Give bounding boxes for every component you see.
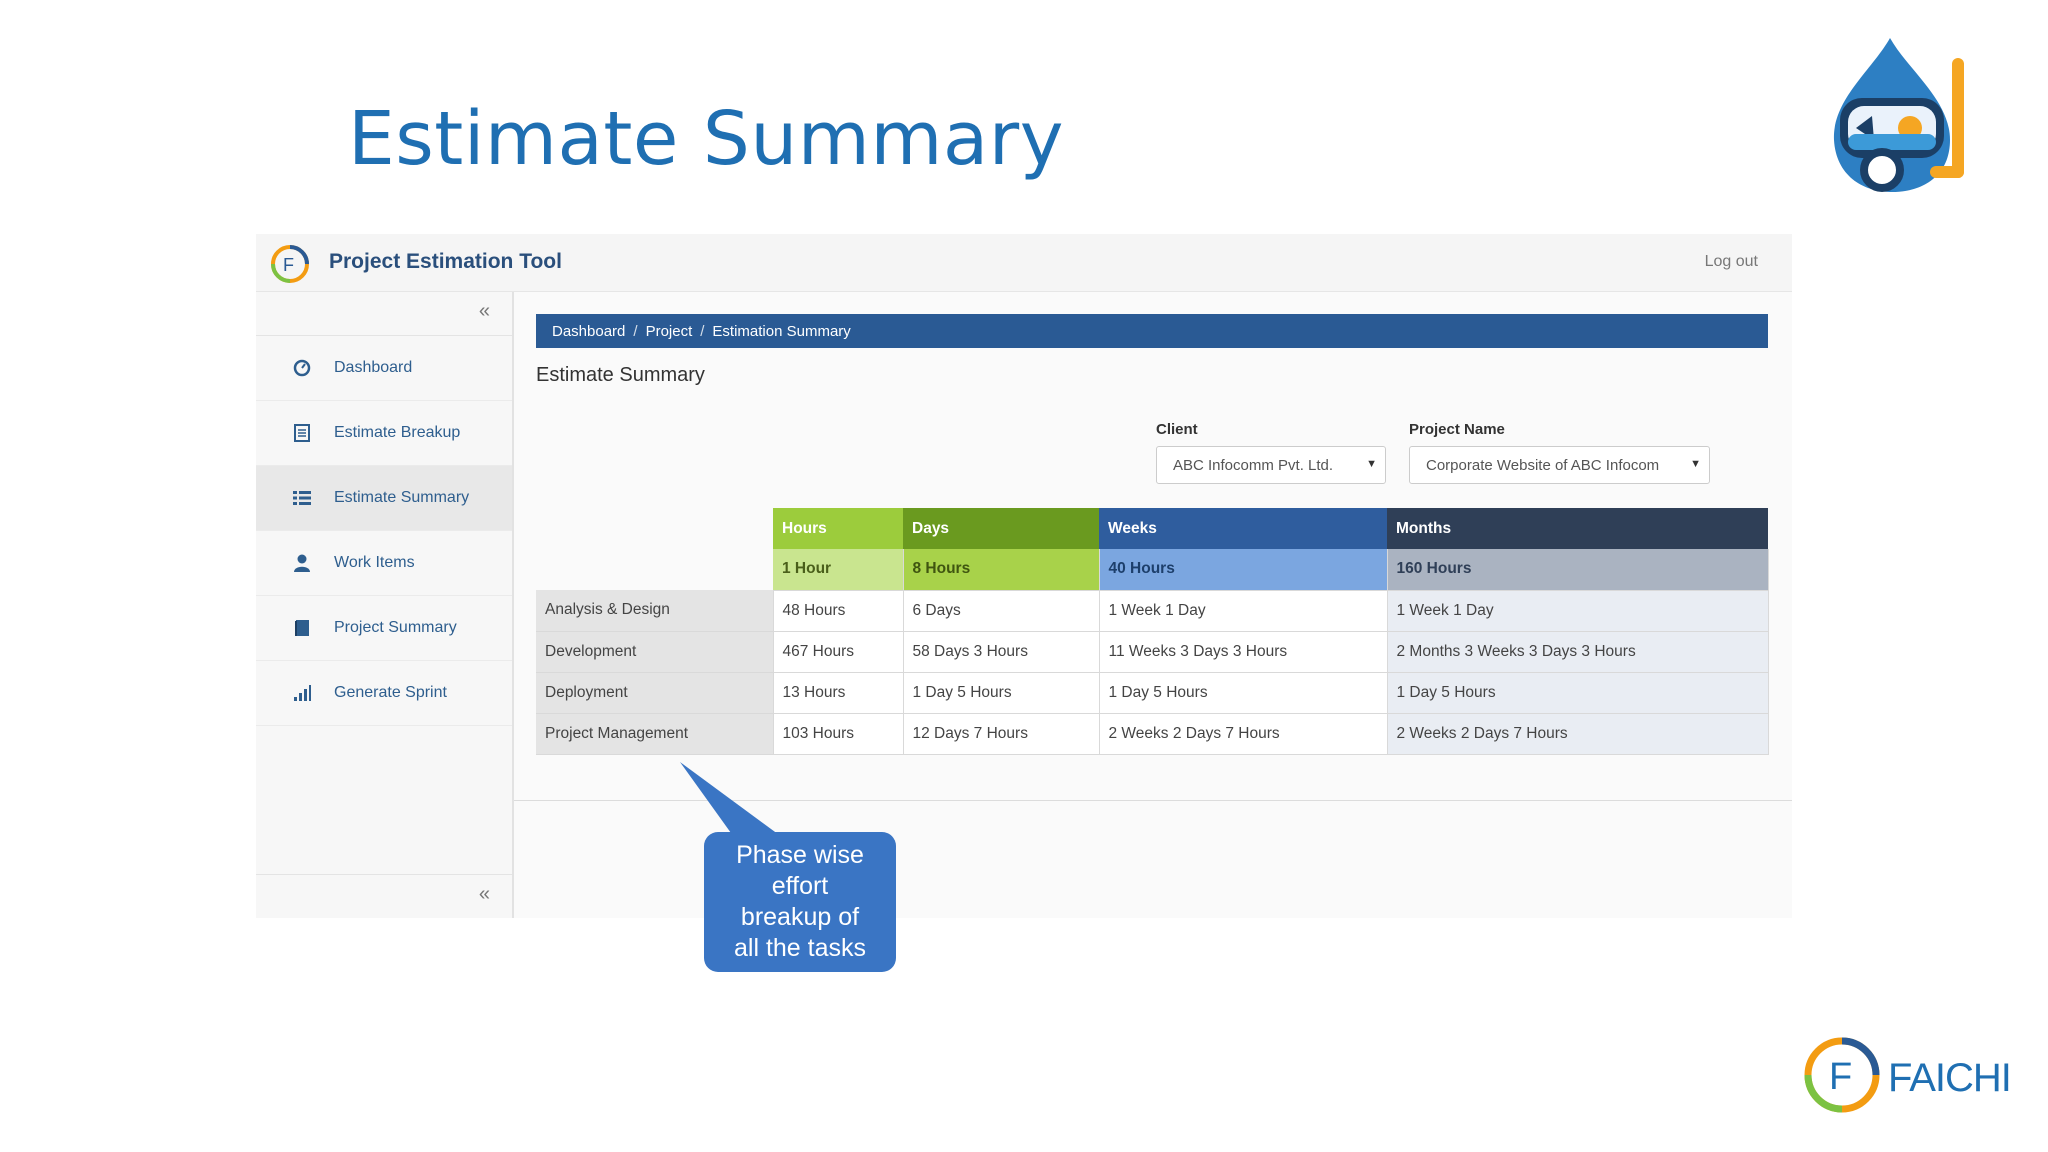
cell-hours: 467 Hours	[773, 631, 904, 673]
table-row: Development 467 Hours 58 Days 3 Hours 11…	[536, 631, 1769, 673]
cell-weeks: 11 Weeks 3 Days 3 Hours	[1099, 631, 1388, 673]
cell-days: 58 Days 3 Hours	[903, 631, 1100, 673]
caret-down-icon: ▼	[1366, 458, 1377, 470]
project-name-select-value: Corporate Website of ABC Infocom	[1426, 457, 1660, 474]
callout-line: Phase wise	[736, 841, 864, 869]
breadcrumb-project[interactable]: Project	[646, 323, 693, 340]
cell-weeks: 1 Day 5 Hours	[1099, 672, 1388, 714]
sidebar-item-dashboard[interactable]: Dashboard	[256, 336, 512, 401]
cell-days: 6 Days	[903, 590, 1100, 632]
table-row: Project Management 103 Hours 12 Days 7 H…	[536, 713, 1769, 755]
caret-down-icon: ▼	[1690, 458, 1701, 470]
project-name-label: Project Name	[1409, 421, 1505, 438]
sidebar-collapse-bottom[interactable]: «	[256, 874, 512, 918]
double-chevron-left-icon[interactable]: «	[479, 300, 490, 323]
double-chevron-left-icon[interactable]: «	[479, 883, 490, 906]
user-icon	[294, 554, 310, 572]
cell-months: 2 Weeks 2 Days 7 Hours	[1387, 713, 1769, 755]
document-icon	[294, 424, 310, 442]
sidebar-nav: Dashboard Estimate Breakup Estimate Summ…	[256, 336, 512, 726]
client-select-value: ABC Infocomm Pvt. Ltd.	[1173, 457, 1334, 474]
cell-hours: 48 Hours	[773, 590, 904, 632]
table-corner	[536, 508, 773, 549]
list-icon	[293, 491, 311, 505]
cell-hours: 13 Hours	[773, 672, 904, 714]
app-title: Project Estimation Tool	[329, 250, 562, 273]
sidebar-item-label: Dashboard	[334, 359, 413, 376]
breadcrumb-separator: /	[700, 323, 705, 340]
bar-chart-icon	[294, 685, 311, 701]
cell-hours: 103 Hours	[773, 713, 904, 755]
dashboard-icon	[293, 359, 311, 377]
cell-days: 1 Day 5 Hours	[903, 672, 1100, 714]
table-unit-row: 1 Hour 8 Hours 40 Hours 160 Hours	[536, 549, 1769, 591]
callout-pointer	[680, 762, 786, 840]
callout-bubble: Phase wise effort breakup of all the tas…	[704, 832, 896, 972]
sidebar-item-generate-sprint[interactable]: Generate Sprint	[256, 661, 512, 726]
app-header: F Project Estimation Tool Log out	[256, 234, 1792, 292]
table-header-row: Hours Days Weeks Months	[536, 508, 1768, 549]
sidebar-item-work-items[interactable]: Work Items	[256, 531, 512, 596]
callout-line: effort	[771, 872, 829, 900]
snorkel-mascot-icon	[1833, 38, 1964, 192]
svg-text:F: F	[1829, 1056, 1852, 1098]
cell-days: 12 Days 7 Hours	[903, 713, 1100, 755]
cell-months: 2 Months 3 Weeks 3 Days 3 Hours	[1387, 631, 1769, 673]
header-hours: Hours	[773, 508, 903, 549]
row-label: Deployment	[536, 672, 774, 714]
header-weeks: Weeks	[1099, 508, 1387, 549]
app-window: F Project Estimation Tool Log out « Dash…	[256, 234, 1792, 918]
page-title: Estimate Summary	[536, 364, 705, 386]
slide-title: Estimate Summary	[348, 96, 1064, 182]
client-select[interactable]: ABC Infocomm Pvt. Ltd. ▼	[1156, 446, 1386, 484]
client-label: Client	[1156, 421, 1198, 438]
row-label: Analysis & Design	[536, 590, 774, 632]
row-label: Project Management	[536, 713, 774, 755]
cell-weeks: 1 Week 1 Day	[1099, 590, 1388, 632]
row-label: Development	[536, 631, 774, 673]
project-name-select[interactable]: Corporate Website of ABC Infocom ▼	[1409, 446, 1710, 484]
header-days: Days	[903, 508, 1099, 549]
cell-weeks: 2 Weeks 2 Days 7 Hours	[1099, 713, 1388, 755]
header-months: Months	[1387, 508, 1768, 549]
sidebar-item-estimate-summary[interactable]: Estimate Summary	[256, 466, 512, 531]
callout-line: all the tasks	[733, 934, 866, 962]
table-corner	[536, 549, 773, 590]
sidebar-collapse-top[interactable]: «	[256, 292, 512, 336]
unit-months: 160 Hours	[1387, 549, 1769, 591]
unit-hours: 1 Hour	[773, 549, 904, 591]
svg-text:F: F	[283, 255, 294, 275]
unit-weeks: 40 Hours	[1099, 549, 1388, 591]
callout-line: breakup of	[740, 903, 860, 931]
app-logo-icon: F	[271, 245, 309, 283]
breadcrumb-current: Estimation Summary	[712, 323, 851, 340]
sidebar-item-label: Generate Sprint	[334, 684, 447, 701]
logout-link[interactable]: Log out	[1705, 253, 1758, 271]
table-row: Analysis & Design 48 Hours 6 Days 1 Week…	[536, 590, 1769, 632]
sidebar-item-label: Estimate Breakup	[334, 424, 461, 441]
table-row: Deployment 13 Hours 1 Day 5 Hours 1 Day …	[536, 672, 1769, 714]
unit-days: 8 Hours	[903, 549, 1100, 591]
breadcrumb-dashboard[interactable]: Dashboard	[552, 323, 625, 340]
sidebar-item-label: Estimate Summary	[334, 489, 470, 506]
sidebar: « Dashboard Estimate Breakup Estimate Su…	[256, 292, 514, 918]
breadcrumb-separator: /	[633, 323, 638, 340]
book-icon	[295, 620, 309, 636]
brand-name: FAICHI	[1888, 1056, 2012, 1100]
sidebar-item-label: Project Summary	[334, 619, 457, 636]
estimate-summary-table: Hours Days Weeks Months 1 Hour 8 Hours 4…	[536, 508, 1769, 755]
cell-months: 1 Day 5 Hours	[1387, 672, 1769, 714]
sidebar-item-project-summary[interactable]: Project Summary	[256, 596, 512, 661]
breadcrumb: Dashboard / Project / Estimation Summary	[536, 314, 1768, 348]
sidebar-item-estimate-breakup[interactable]: Estimate Breakup	[256, 401, 512, 466]
sidebar-item-label: Work Items	[334, 554, 415, 571]
cell-months: 1 Week 1 Day	[1387, 590, 1769, 632]
